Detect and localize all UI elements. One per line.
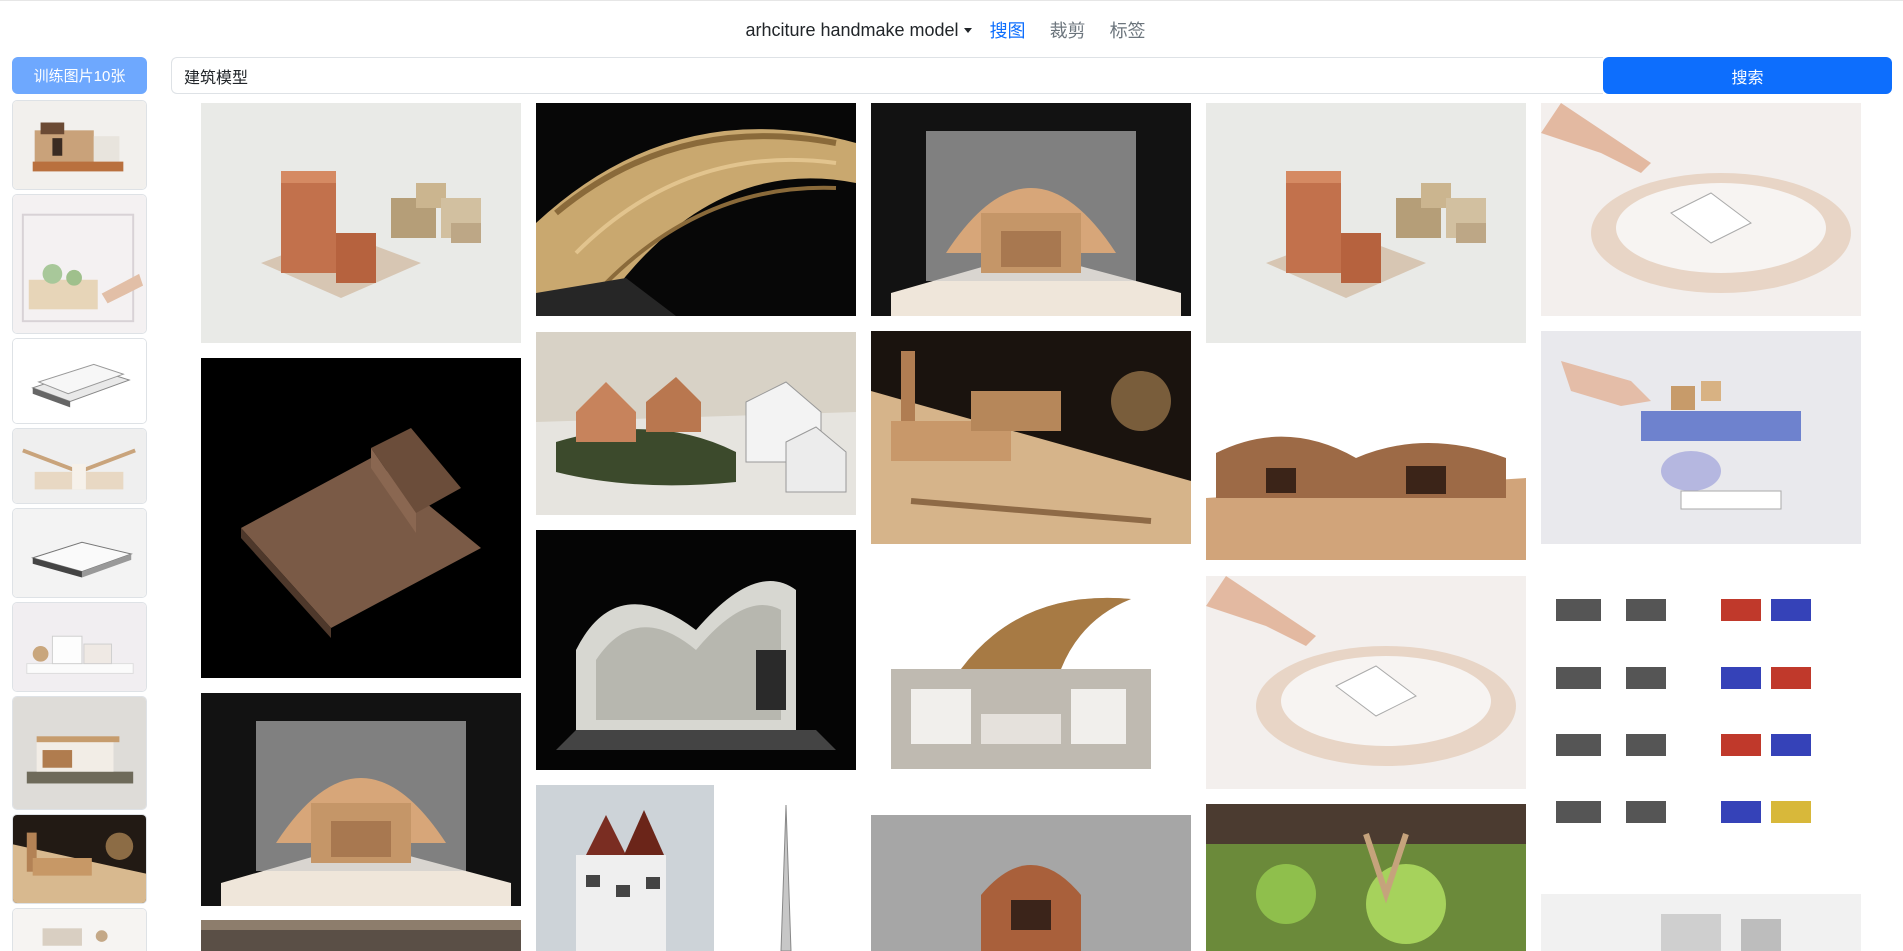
result-wooden-lattice-arch-model[interactable] <box>536 103 856 316</box>
result-white-stick-pavilion-model[interactable] <box>536 530 856 770</box>
result-factory-site-model[interactable] <box>871 331 1191 544</box>
result-clay-hut-model[interactable] <box>871 815 1191 951</box>
result-block-sequence-diagram[interactable] <box>1541 559 1861 879</box>
result-timber-vault-section-model[interactable] <box>871 103 1191 316</box>
training-thumbnails <box>12 100 147 951</box>
result-ring-model-with-hand[interactable] <box>1541 103 1861 316</box>
thumbnail-cutaway-house[interactable] <box>12 100 147 190</box>
train-images-button[interactable]: 训练图片10张 <box>12 57 147 94</box>
result-timber-vault-section-model-duplicate[interactable] <box>201 693 521 906</box>
thumbnail-white-site[interactable] <box>12 908 147 951</box>
result-green-landscape-tower-model[interactable] <box>1206 804 1526 951</box>
tab-search-image[interactable]: 搜图 <box>990 17 1026 43</box>
result-grey-building-model[interactable] <box>201 920 521 951</box>
search-button[interactable]: 搜索 <box>1603 57 1892 94</box>
result-dark-wooden-block-model[interactable] <box>201 358 521 678</box>
thumbnail-factory-site[interactable] <box>12 814 147 904</box>
result-concrete-section-model[interactable] <box>871 559 1191 799</box>
thumbnail-white-block[interactable] <box>12 508 147 598</box>
result-curved-roof-wood-model[interactable] <box>1206 358 1526 560</box>
result-village-landscape-model[interactable] <box>536 332 856 515</box>
result-terracotta-block-model[interactable] <box>201 103 521 343</box>
thumbnail-butterfly-roof[interactable] <box>12 428 147 504</box>
result-hand-placing-blocks-model[interactable] <box>1541 331 1861 544</box>
thumbnail-white-slabs[interactable] <box>12 338 147 424</box>
result-terracotta-block-model-duplicate[interactable] <box>1206 103 1526 343</box>
result-sculptural-clay-model[interactable] <box>1541 894 1861 951</box>
top-bar: arhciture handmake model 搜图 裁剪 标签 <box>0 0 1903 56</box>
result-capsule-tower-models[interactable] <box>536 785 856 951</box>
chevron-down-icon <box>963 27 972 33</box>
dataset-dropdown[interactable]: arhciture handmake model <box>745 19 972 41</box>
search-input[interactable]: 建筑模型 <box>171 57 1603 94</box>
thumbnail-white-cube-house[interactable] <box>12 602 147 692</box>
thumbnail-acrylic-box[interactable] <box>12 194 147 334</box>
dataset-label: arhciture handmake model <box>745 19 959 40</box>
main-nav: arhciture handmake model 搜图 裁剪 标签 <box>0 17 1903 43</box>
result-ring-model-with-hand-duplicate[interactable] <box>1206 576 1526 789</box>
tab-crop[interactable]: 裁剪 <box>1050 17 1086 43</box>
tab-tags[interactable]: 标签 <box>1110 17 1146 43</box>
thumbnail-wooden-pavilion[interactable] <box>12 696 147 810</box>
